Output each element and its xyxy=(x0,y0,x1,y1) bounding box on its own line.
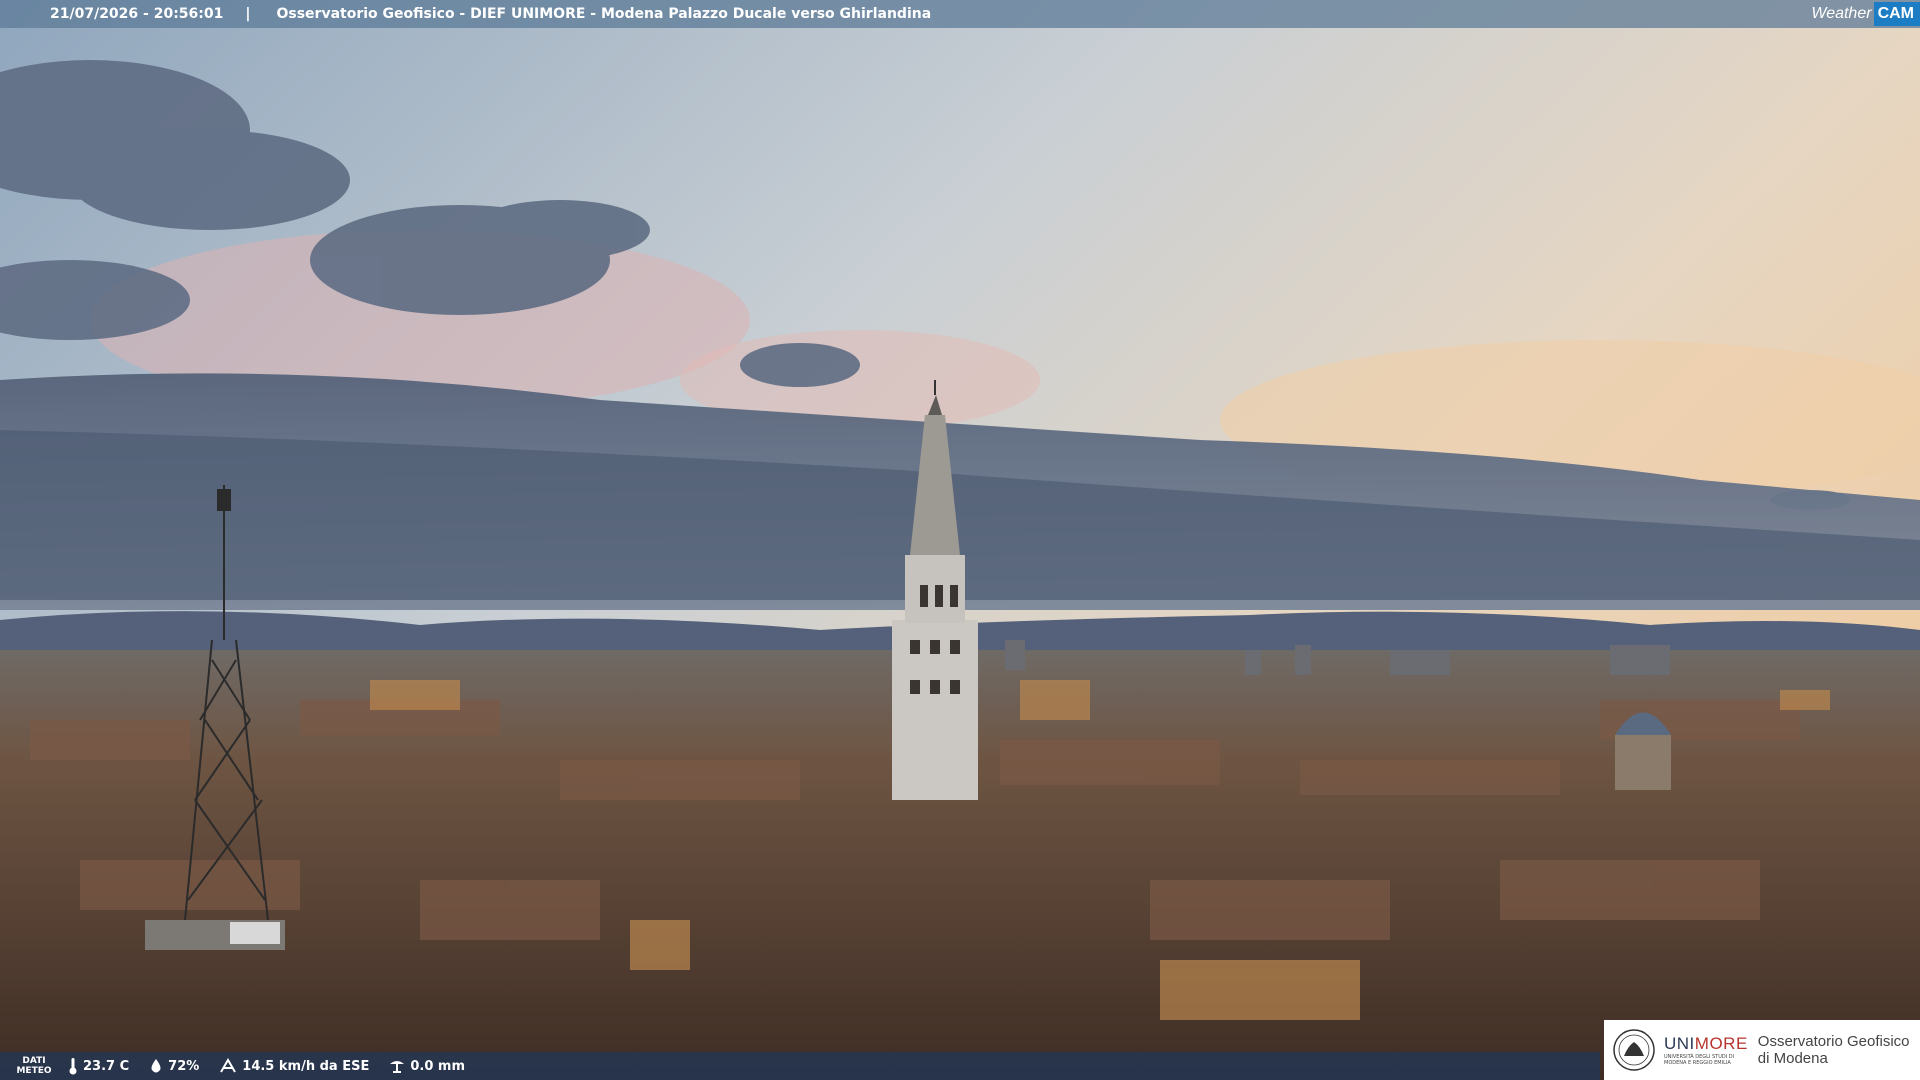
wind-icon xyxy=(220,1058,237,1073)
weathercam-logo-cam: CAM xyxy=(1873,2,1920,26)
humidity-stat: 72% xyxy=(149,1058,199,1074)
unimore-suffix: MORE xyxy=(1694,1034,1748,1053)
wind-stat: 14.5 km/h da ESE xyxy=(219,1058,369,1074)
meteo-label-line2: METEO xyxy=(16,1066,52,1076)
camera-title: Osservatorio Geofisico - DIEF UNIMORE - … xyxy=(276,6,932,22)
temperature-stat: 23.7 C xyxy=(68,1057,129,1075)
webcam-scene xyxy=(0,0,1920,1080)
rain-stat: 0.0 mm xyxy=(389,1058,465,1074)
thermometer-icon xyxy=(69,1058,77,1075)
observatory-name: Osservatorio Geofisico di Modena xyxy=(1758,1033,1910,1067)
university-seal-icon xyxy=(1613,1029,1655,1071)
unimore-wordmark: UNIMORE xyxy=(1664,1034,1748,1054)
weathercam-logo-weather: Weather xyxy=(1811,5,1872,22)
temperature-value: 23.7 C xyxy=(83,1058,130,1074)
header-separator: | xyxy=(245,6,251,22)
top-info-bar: 21/07/2026 - 20:56:01 | Osservatorio Geo… xyxy=(0,0,1920,28)
observatory-line1: Osservatorio Geofisico xyxy=(1757,1033,1910,1050)
wind-value: 14.5 km/h da ESE xyxy=(242,1058,370,1074)
unimore-subtitle-2: MODENA E REGGIO EMILIA xyxy=(1664,1060,1731,1066)
weather-data-bar: DATI METEO 23.7 C 72% 14.5 km/h da ESE 0… xyxy=(0,1052,1600,1080)
rain-gauge-icon xyxy=(390,1061,405,1073)
meteo-label-line1: DATI xyxy=(22,1056,46,1066)
rain-value: 0.0 mm xyxy=(410,1058,465,1074)
unimore-branding: UNIMORE UNIVERSITÀ DEGLI STUDI DI MODENA… xyxy=(1604,1020,1920,1080)
datetime-label: 21/07/2026 - 20:56:01 xyxy=(50,6,224,22)
droplet-icon xyxy=(151,1059,161,1073)
humidity-value: 72% xyxy=(168,1058,200,1074)
observatory-line2: di Modena xyxy=(1757,1050,1828,1067)
meteo-label: DATI METEO xyxy=(0,1056,68,1076)
weathercam-logo: Weather CAM xyxy=(1807,0,1920,28)
unimore-logo: UNIMORE UNIVERSITÀ DEGLI STUDI DI MODENA… xyxy=(1664,1034,1748,1066)
unimore-prefix: UNI xyxy=(1664,1034,1695,1053)
